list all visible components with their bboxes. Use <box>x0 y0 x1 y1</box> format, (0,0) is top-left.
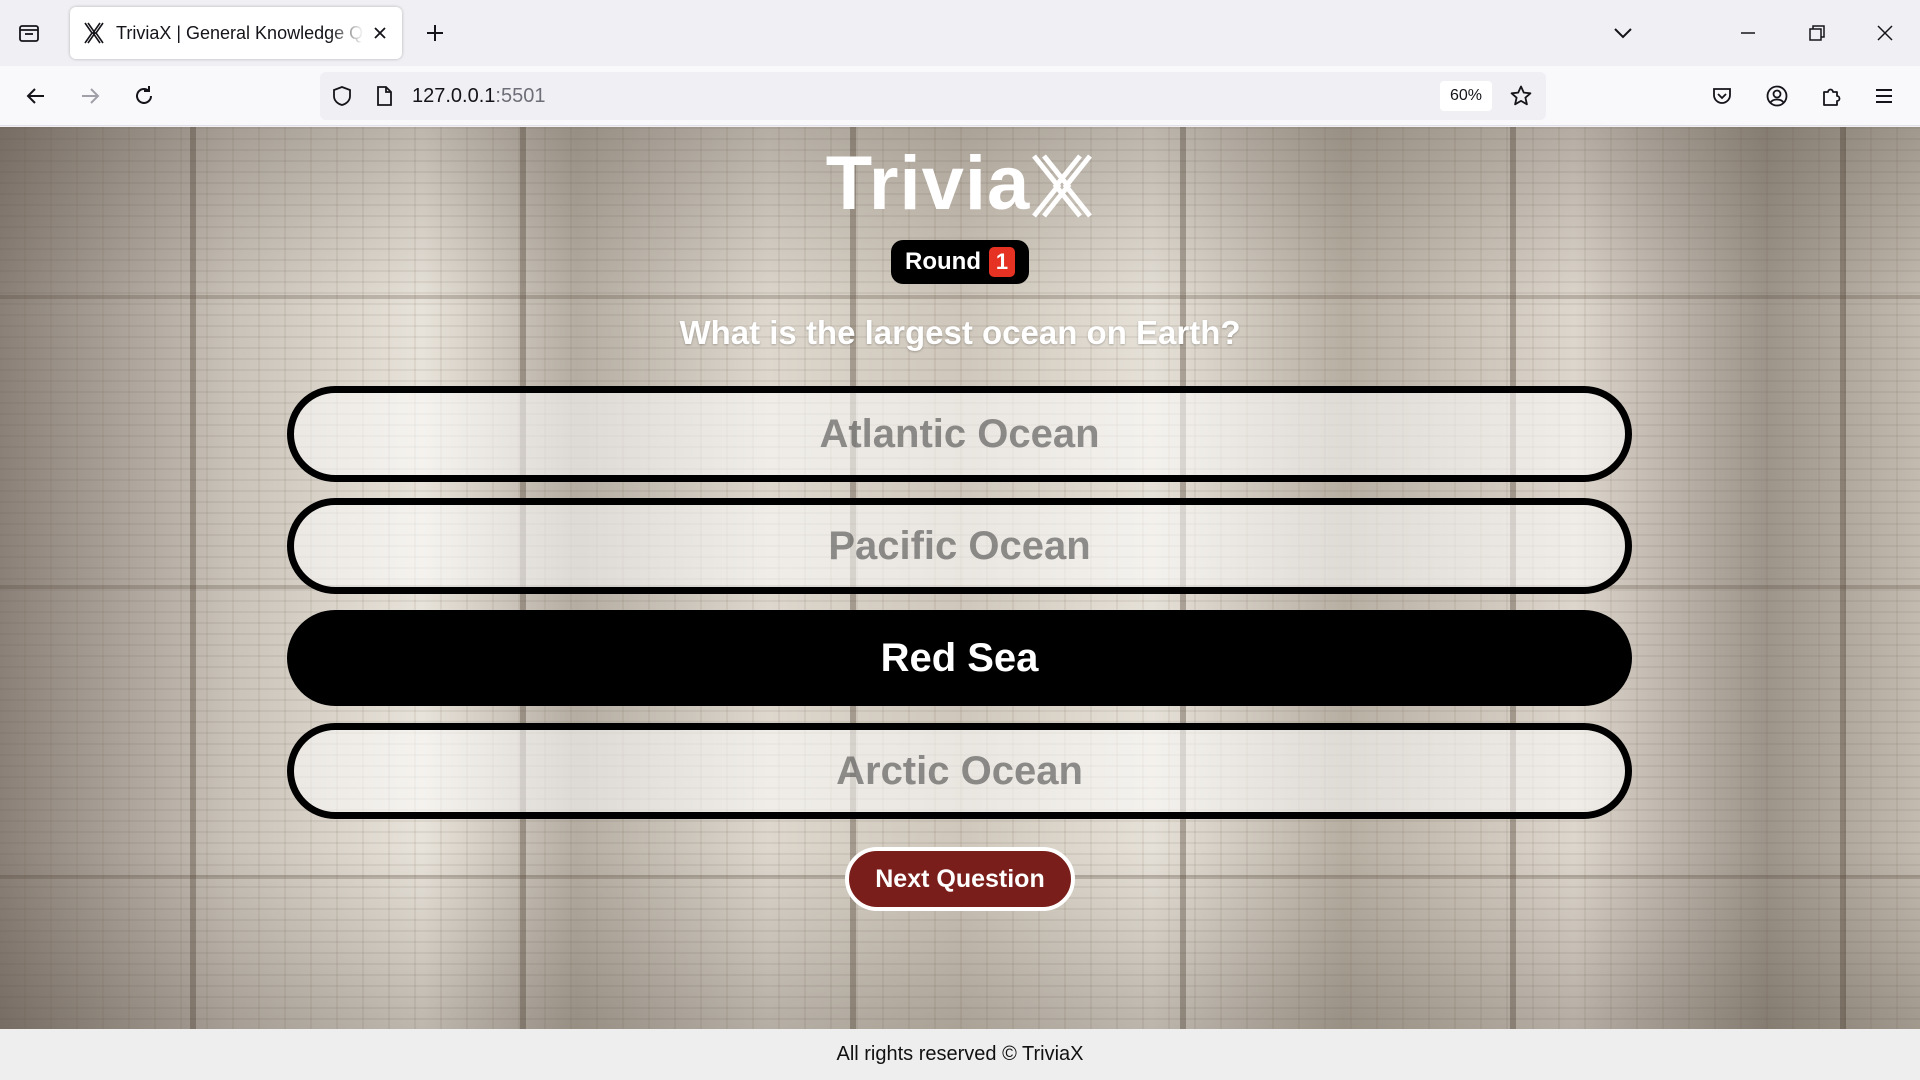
pocket-icon[interactable] <box>1706 80 1738 112</box>
answer-label: Atlantic Ocean <box>819 411 1100 456</box>
footer: All rights reserved © TriviaX <box>0 1029 1920 1080</box>
round-badge: Round 1 <box>891 240 1029 284</box>
logo-x-icon <box>1030 144 1094 239</box>
answer-option-2[interactable]: Pacific Ocean <box>287 498 1632 594</box>
reload-icon[interactable] <box>128 80 160 112</box>
window-close-icon[interactable] <box>1865 14 1905 52</box>
tab-list-icon[interactable] <box>14 18 44 48</box>
triviax-logo: Trivia <box>0 144 1920 224</box>
chevron-down-icon[interactable] <box>1608 18 1638 48</box>
question-text: What is the largest ocean on Earth? <box>679 314 1241 351</box>
answer-label: Pacific Ocean <box>828 523 1091 568</box>
answer-label: Arctic Ocean <box>836 748 1083 793</box>
minimize-icon[interactable] <box>1728 14 1768 52</box>
answer-option-1[interactable]: Atlantic Ocean <box>287 386 1632 482</box>
back-arrow-icon[interactable] <box>20 80 52 112</box>
answer-option-3[interactable]: Red Sea <box>287 610 1632 706</box>
active-tab[interactable]: TriviaX | General Knowledge Quiz <box>70 7 402 59</box>
page-icon[interactable] <box>372 84 396 108</box>
footer-text: All rights reserved © TriviaX <box>836 1043 1084 1065</box>
url-bar[interactable]: 127.0.0.1:5501 60% <box>320 72 1546 120</box>
forward-arrow-icon[interactable] <box>74 80 106 112</box>
star-icon[interactable] <box>1508 83 1534 109</box>
round-number: 1 <box>988 247 1015 277</box>
navigation-bar: 127.0.0.1:5501 60% <box>0 66 1920 126</box>
close-icon[interactable] <box>368 21 392 45</box>
zoom-level[interactable]: 60% <box>1440 81 1492 111</box>
answer-label: Red Sea <box>880 635 1039 680</box>
tab-title: TriviaX | General Knowledge Quiz <box>116 22 364 43</box>
round-label: Round <box>905 248 981 275</box>
logo-text: Trivia <box>825 141 1031 226</box>
plus-icon[interactable] <box>420 18 450 48</box>
extensions-icon[interactable] <box>1815 80 1847 112</box>
restore-icon[interactable] <box>1797 14 1837 52</box>
next-question-button[interactable]: Next Question <box>845 847 1075 911</box>
account-icon[interactable] <box>1761 80 1793 112</box>
url-text[interactable]: 127.0.0.1:5501 <box>412 85 545 108</box>
tab-bar: TriviaX | General Knowledge Quiz <box>0 0 1920 66</box>
answer-option-4[interactable]: Arctic Ocean <box>287 723 1632 819</box>
triviax-favicon-icon <box>82 21 106 45</box>
shield-icon[interactable] <box>330 84 354 108</box>
menu-icon[interactable] <box>1868 80 1900 112</box>
